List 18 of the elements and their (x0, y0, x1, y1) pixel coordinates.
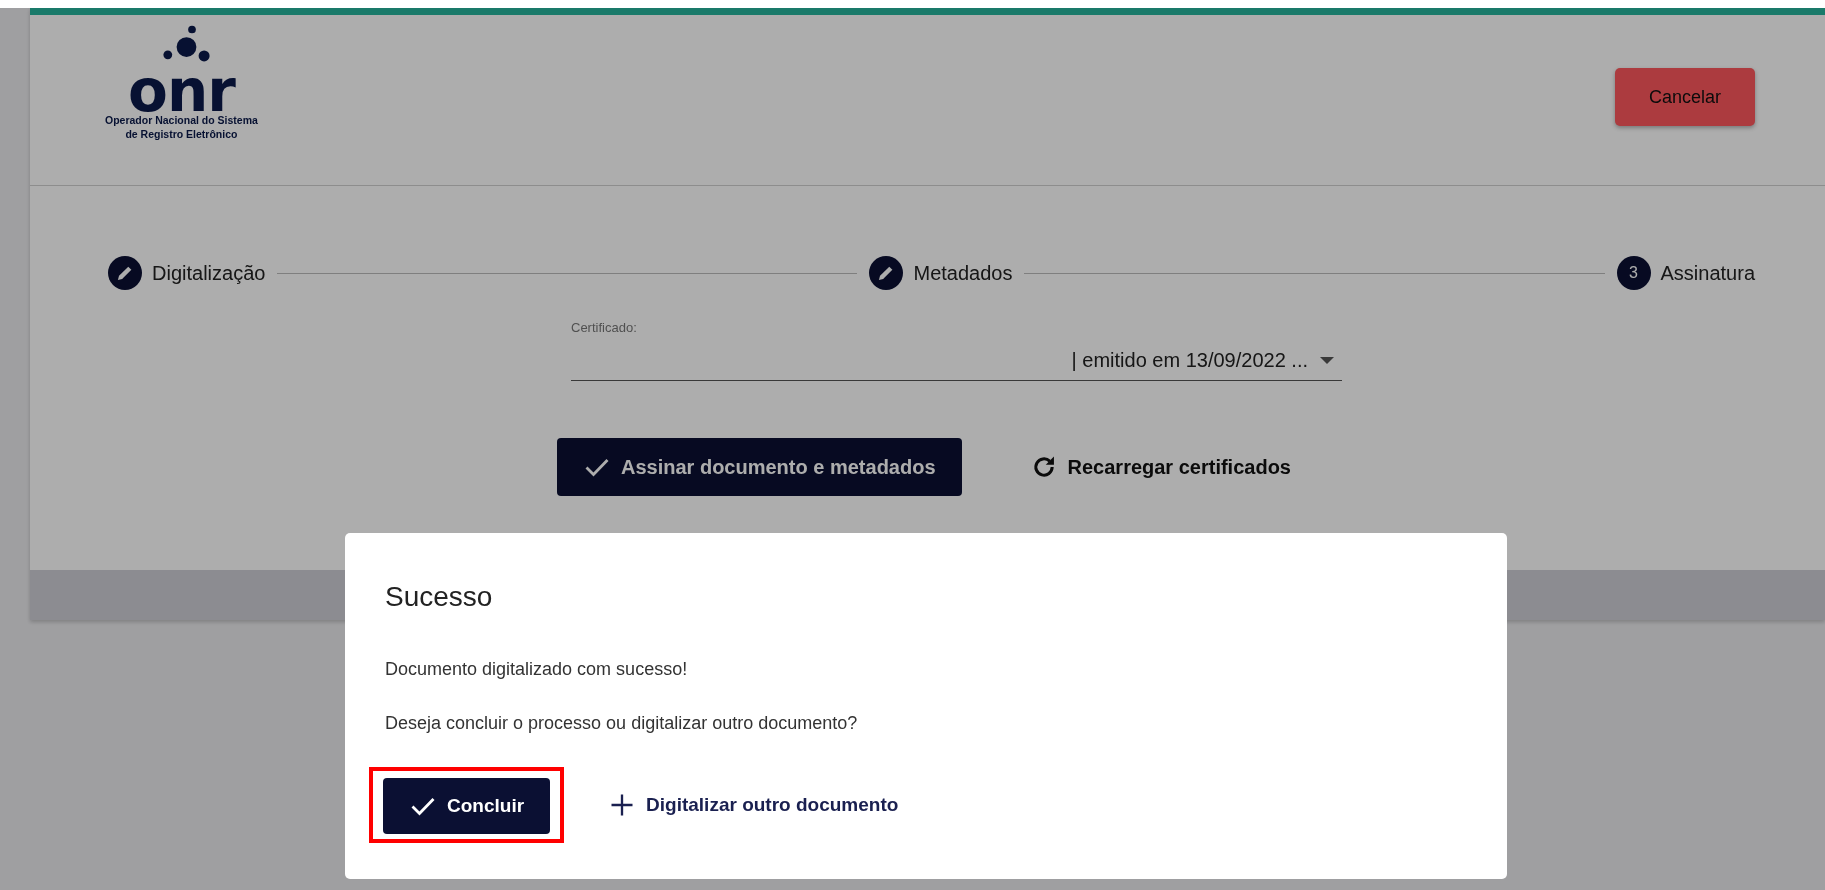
step-label[interactable]: Assinatura (1660, 261, 1755, 285)
step-label[interactable]: Digitalização (152, 261, 266, 285)
dialog-message: Deseja concluir o processo ou digitalizar outro documento? (385, 713, 859, 734)
pencil-step-icon (869, 256, 904, 290)
dropdown-arrow-icon (1320, 357, 1334, 364)
logo-tagline: Operador Nacional do Sistema (105, 113, 258, 127)
primary-button[interactable]: Assinar documento e metadados (557, 438, 962, 496)
primary-button[interactable]: Concluir (383, 778, 551, 834)
step-label[interactable]: Metadados (913, 261, 1013, 285)
step-number: 3 (1616, 256, 1651, 290)
pencil-step-icon (108, 256, 142, 290)
dialog-message: Documento digitalizado com sucesso! (385, 659, 689, 680)
logo-tagline: de Registro Eletrônico (125, 127, 238, 141)
text-button[interactable]: Recarregar certificados (1025, 438, 1295, 496)
text-button[interactable]: Digitalizar outro documento (604, 777, 903, 833)
certificate-select[interactable]: Certificado: | emitido em 13/09/2022 ... (571, 320, 1342, 381)
logo-wordmark: onr (128, 69, 235, 113)
dialog-title: Sucesso (385, 581, 494, 613)
